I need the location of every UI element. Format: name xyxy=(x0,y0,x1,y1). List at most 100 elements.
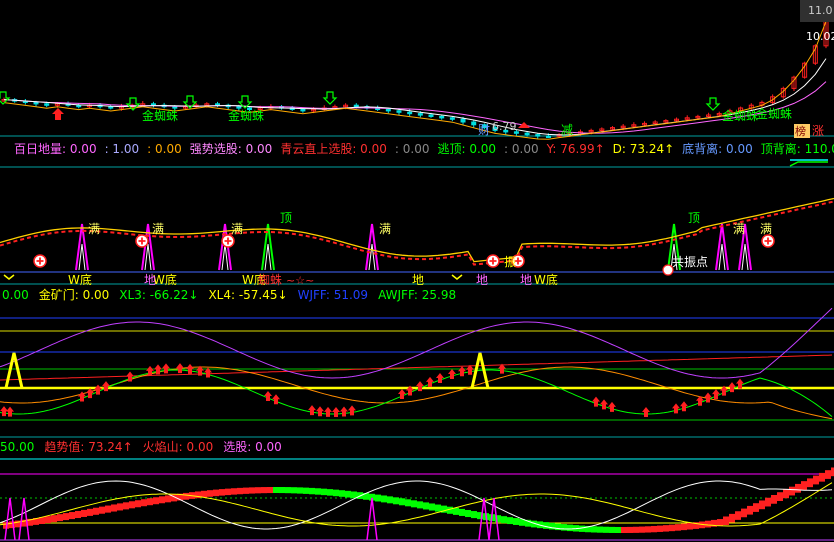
trend-block xyxy=(807,478,813,488)
trend-block xyxy=(243,487,249,494)
indicator-value-3: : 0.00 xyxy=(147,142,182,156)
candle-body xyxy=(535,134,541,137)
red-arrow-icon xyxy=(448,368,456,379)
spider-label-4: 金蜘蛛 xyxy=(756,106,792,121)
indicator-value-8: : 0.00 xyxy=(504,142,539,156)
trend-block xyxy=(795,483,801,493)
trend-block xyxy=(255,487,261,494)
trend-block xyxy=(285,487,291,494)
ma-long xyxy=(3,81,827,134)
trend-block xyxy=(729,513,735,523)
red-arrow-icon xyxy=(176,363,184,374)
trend-block xyxy=(429,503,435,511)
red-arrow-icon xyxy=(308,405,316,416)
candle-body xyxy=(428,114,434,117)
trend-block xyxy=(111,504,117,512)
trend-block xyxy=(417,501,423,509)
trend-block xyxy=(213,489,219,497)
trend-block xyxy=(279,487,285,494)
yellow-spike xyxy=(4,352,24,389)
orange-line xyxy=(0,366,833,420)
trend-block xyxy=(633,526,639,533)
trend-block xyxy=(351,491,357,499)
label-w_bottom: W底 xyxy=(68,272,92,287)
trend-block xyxy=(231,488,237,495)
trend-block xyxy=(141,499,147,507)
trend-block xyxy=(717,519,723,526)
signal-spike-inner xyxy=(741,243,749,271)
wave-labels: 满满满满满满顶 顶W底 W底 W底 W底地地地地振 共振点蜘蛛 ~☆~ xyxy=(3,211,772,287)
trend-block xyxy=(75,510,81,519)
trend-block xyxy=(765,497,771,507)
trend-block xyxy=(507,517,513,525)
indicator-bar-2: 0.00 金矿门: 0.00 XL3: -66.22↓ XL4: -57.45↓ WJF… xyxy=(2,287,456,302)
trend-block xyxy=(675,524,681,531)
candle-body xyxy=(236,106,242,109)
trend-block xyxy=(591,526,597,533)
trend-block xyxy=(225,488,231,496)
spider-label-1: 金蜘蛛 xyxy=(142,108,178,123)
trend-block xyxy=(387,496,393,504)
trend-block xyxy=(783,489,789,499)
stock-chart: 11.0 10.02 金蜘蛛 金蜘蛛 金蜘蛛 金蜘蛛 财 6.79 减 榜 涨 … xyxy=(0,0,834,541)
trend-block xyxy=(147,498,153,506)
trend-block xyxy=(291,487,297,494)
trend-block xyxy=(753,503,759,512)
trend-block xyxy=(339,490,345,497)
candle-body xyxy=(215,103,221,106)
trend-block xyxy=(639,526,645,533)
indicator-value-2: 趋势值: 73.24↑ xyxy=(44,439,132,454)
indicator-value-1: 50.00 xyxy=(0,440,34,454)
trend-block xyxy=(423,502,429,510)
candle-body xyxy=(545,135,551,138)
signal-spike-inner xyxy=(718,243,726,271)
label-gong_zhen_dian: 共振点 xyxy=(672,255,708,269)
red-arrow-icon xyxy=(6,406,14,417)
label-di: 地 xyxy=(520,273,532,287)
trend-block xyxy=(315,488,321,495)
trend-block xyxy=(579,525,585,532)
trend-block xyxy=(45,516,51,524)
red-arrow-icon xyxy=(608,401,616,412)
trend-block xyxy=(117,503,123,511)
low-price-marker: 6.79 xyxy=(492,120,517,133)
trend-block xyxy=(273,487,279,494)
trend-block xyxy=(63,513,69,521)
trend-block xyxy=(267,487,273,494)
label-di: 地 xyxy=(412,273,424,287)
trend-block xyxy=(645,526,651,533)
indicator-value-4: 强势选股: 0.00 xyxy=(190,142,273,156)
indicator-value-5: WJFF: 51.09 xyxy=(298,288,369,302)
trend-block xyxy=(801,481,807,490)
trend-block xyxy=(741,508,747,518)
bar1-decoration-2 xyxy=(789,161,828,167)
trend-block xyxy=(465,509,471,518)
trend-block xyxy=(303,487,309,494)
red-arrow-icon xyxy=(186,363,194,374)
trend-block xyxy=(57,514,63,522)
red-arrow-icon xyxy=(680,401,688,412)
trend-block xyxy=(321,488,327,496)
trend-block xyxy=(609,526,615,533)
label-w_bottom: W底 xyxy=(534,272,558,287)
red-arrow-icon xyxy=(458,366,466,377)
trend-block xyxy=(159,496,165,504)
trend-block xyxy=(621,526,627,533)
trend-block xyxy=(249,487,255,494)
signal-spike-inner xyxy=(368,243,376,271)
trend-block xyxy=(207,490,213,497)
trend-block xyxy=(723,516,729,526)
trend-block xyxy=(165,495,171,503)
magenta-spike xyxy=(366,497,378,541)
label-man: 满 xyxy=(231,222,243,236)
candle-body xyxy=(172,106,178,109)
candle-body xyxy=(449,117,455,120)
candle-body xyxy=(300,108,306,112)
label-ding: 顶 xyxy=(688,211,700,225)
trend-block xyxy=(345,490,351,498)
red-arrow-icon xyxy=(324,406,332,417)
trend-block xyxy=(237,487,243,495)
trend-block xyxy=(183,492,189,500)
candlesticks xyxy=(1,16,829,139)
candle-body xyxy=(353,104,359,108)
